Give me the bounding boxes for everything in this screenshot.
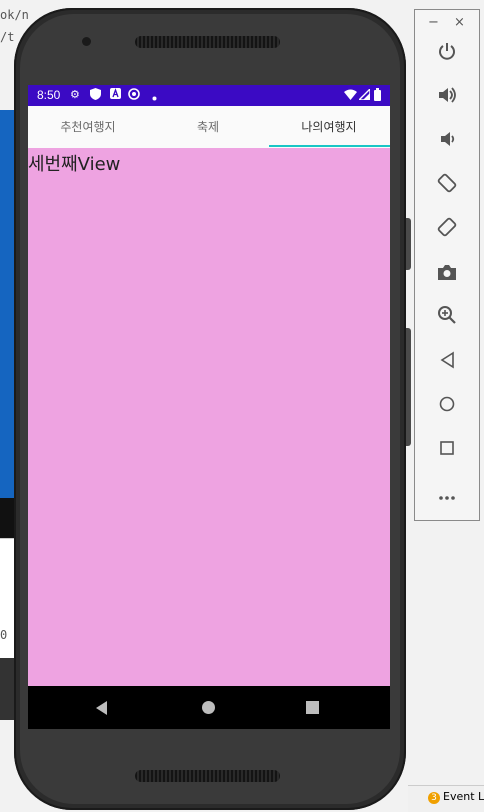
nav-home-icon[interactable] — [202, 701, 215, 714]
ide-panel — [0, 498, 14, 538]
ide-code-fragment: ok/n — [0, 8, 29, 22]
nav-recents-icon[interactable] — [306, 701, 319, 714]
signal-icon — [357, 87, 371, 104]
status-time: 8:50 — [37, 88, 61, 102]
overview-icon[interactable] — [431, 436, 463, 468]
minimize-button[interactable]: − — [428, 15, 439, 30]
front-camera — [82, 37, 91, 46]
ide-code-fragment: 0 — [0, 628, 8, 642]
volume-side-button — [406, 218, 411, 270]
bottom-speaker — [135, 770, 280, 782]
power-side-button — [406, 328, 411, 446]
nav-back-icon[interactable] — [96, 701, 107, 715]
tab-indicator — [269, 145, 390, 147]
tab-festivals[interactable]: 축제 — [148, 106, 268, 148]
dot-icon — [152, 91, 157, 105]
view-pager-content[interactable]: 세번째View — [28, 148, 390, 686]
event-log-badge[interactable]: 3 — [428, 792, 440, 804]
earpiece-speaker — [135, 36, 280, 48]
volume-up-icon[interactable] — [431, 84, 463, 116]
home-icon[interactable] — [431, 392, 463, 424]
power-icon[interactable] — [431, 40, 463, 72]
battery-icon — [374, 88, 381, 105]
shield-icon — [90, 88, 101, 104]
tab-bar: 추천여행지 축제 나의여행지 — [28, 106, 390, 149]
page-label: 세번째View — [28, 154, 121, 175]
a-icon — [110, 88, 121, 103]
ide-panel — [0, 658, 14, 720]
wifi-icon — [344, 89, 357, 104]
emulator-toolbar: − × — [414, 9, 480, 521]
gear-icon: ⚙ — [70, 88, 80, 101]
camera-icon[interactable] — [431, 260, 463, 292]
tab-my-places[interactable]: 나의여행지 — [269, 106, 389, 148]
rotate-left-icon[interactable] — [431, 172, 463, 204]
rotate-right-icon[interactable] — [431, 216, 463, 248]
android-nav-bar — [28, 686, 390, 729]
volume-down-icon[interactable] — [431, 128, 463, 160]
device-screen: 8:50 ⚙ 추천여행지 축제 나의여행지 세번째View — [28, 85, 390, 729]
back-icon[interactable] — [431, 348, 463, 380]
android-status-bar: 8:50 ⚙ — [28, 85, 390, 106]
zoom-icon[interactable] — [431, 304, 463, 336]
tab-recommended-places[interactable]: 추천여행지 — [28, 106, 148, 148]
more-icon[interactable] — [431, 480, 463, 512]
ide-panel — [0, 110, 14, 498]
close-button[interactable]: × — [454, 15, 465, 30]
event-log-button[interactable]: Event Lo — [443, 790, 484, 803]
at-icon — [128, 88, 140, 104]
ide-code-fragment: /t — [0, 30, 15, 44]
